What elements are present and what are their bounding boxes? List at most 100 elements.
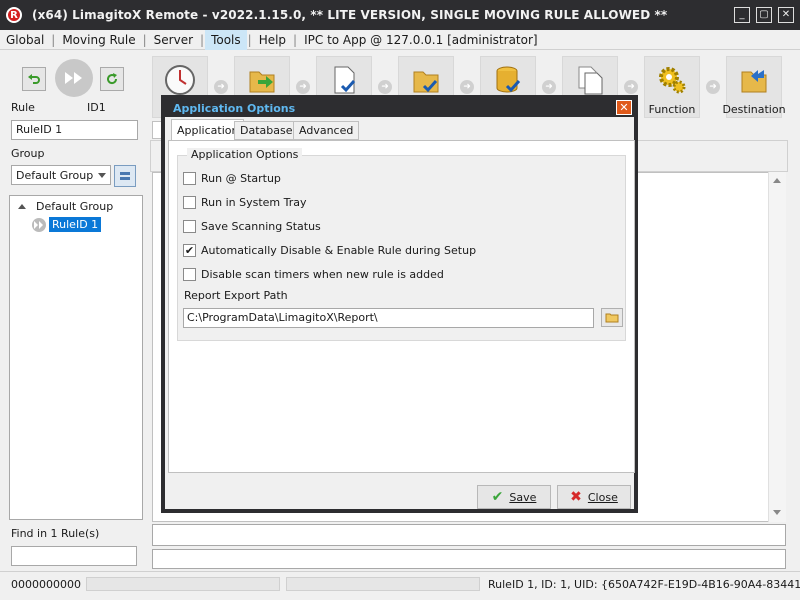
menu-ipc-connection[interactable]: IPC to App @ 127.0.0.1 [administrator] bbox=[298, 30, 544, 50]
window-controls: _ ▢ ✕ bbox=[734, 7, 794, 23]
rule-tree: Default Group RuleID 1 bbox=[9, 195, 143, 520]
undo-arrow-icon bbox=[28, 74, 40, 84]
flow-arrow-icon: ➜ bbox=[706, 80, 720, 94]
minimize-button[interactable]: _ bbox=[734, 7, 750, 23]
status-counter: 0000000000 bbox=[11, 578, 81, 591]
status-bar: 0000000000 RuleID 1, ID: 1, UID: {650A74… bbox=[0, 571, 800, 600]
flow-arrow-icon: ➜ bbox=[624, 80, 638, 94]
option-label: Run in System Tray bbox=[201, 196, 307, 209]
tab-page-application: Application Options Run @ Startup Run in… bbox=[168, 140, 635, 473]
title-bar: R (x64) LimagitoX Remote - v2022.1.15.0,… bbox=[0, 0, 800, 30]
option-disable-scan-timers[interactable]: Disable scan timers when new rule is add… bbox=[183, 268, 444, 281]
group-select[interactable]: Default Group bbox=[11, 165, 111, 185]
refresh-button[interactable] bbox=[100, 67, 124, 91]
window-title: (x64) LimagitoX Remote - v2022.1.15.0, *… bbox=[32, 8, 668, 22]
save-button-label: Save bbox=[509, 490, 537, 504]
flow-arrow-icon: ➜ bbox=[460, 80, 474, 94]
fast-forward-icon bbox=[65, 72, 82, 84]
gear-icon bbox=[659, 67, 686, 94]
status-rule-info: RuleID 1, ID: 1, UID: {650A742F-E19D-4B1… bbox=[488, 578, 800, 591]
close-x-icon: ✖ bbox=[570, 489, 582, 505]
clock-icon bbox=[165, 65, 195, 95]
list-icon bbox=[120, 172, 130, 180]
folder-icon bbox=[605, 313, 619, 323]
checkbox-run-startup[interactable] bbox=[183, 172, 196, 185]
dialog-title-bar: Application Options ✕ bbox=[165, 99, 634, 117]
option-label: Save Scanning Status bbox=[201, 220, 321, 233]
find-rule-input[interactable] bbox=[11, 546, 137, 566]
folder-export-icon bbox=[741, 70, 767, 93]
rule-node-icon bbox=[32, 217, 46, 232]
application-options-dialog: Application Options ✕ Application Databa… bbox=[161, 95, 638, 513]
checkbox-disable-scan-timers[interactable] bbox=[183, 268, 196, 281]
checkbox-auto-disable-enable[interactable]: ✔ bbox=[183, 244, 196, 257]
find-label: Find in 1 Rule(s) bbox=[11, 527, 100, 540]
group-select-value: Default Group bbox=[16, 168, 94, 182]
option-run-system-tray[interactable]: Run in System Tray bbox=[183, 196, 307, 209]
log-input-box[interactable] bbox=[152, 524, 786, 546]
vertical-scrollbar[interactable] bbox=[768, 172, 786, 522]
tree-group-node[interactable]: Default Group bbox=[18, 200, 113, 213]
chevron-down-icon bbox=[98, 173, 106, 178]
flow-arrow-icon: ➜ bbox=[542, 80, 556, 94]
checkbox-run-system-tray[interactable] bbox=[183, 196, 196, 209]
report-export-label: Report Export Path bbox=[184, 289, 288, 302]
status-progress bbox=[86, 577, 280, 591]
refresh-icon bbox=[107, 73, 118, 85]
rule-panel: Rule ID1 RuleID 1 Group Default Group De… bbox=[0, 51, 148, 571]
folder-check-icon bbox=[413, 71, 439, 93]
scroll-up-icon[interactable] bbox=[773, 178, 781, 183]
flow-arrow-icon: ➜ bbox=[296, 80, 310, 94]
tab-database[interactable]: Database bbox=[234, 121, 299, 140]
report-export-path-input[interactable]: C:\ProgramData\LimagitoX\Report\ bbox=[183, 308, 594, 328]
option-run-startup[interactable]: Run @ Startup bbox=[183, 172, 281, 185]
tree-rule-label: RuleID 1 bbox=[49, 217, 102, 232]
tree-group-label: Default Group bbox=[36, 200, 114, 213]
database-check-icon bbox=[496, 66, 521, 93]
close-button-label: Close bbox=[587, 490, 618, 504]
application-options-group: Application Options Run @ Startup Run in… bbox=[177, 148, 626, 341]
menu-moving-rule[interactable]: Moving Rule bbox=[56, 30, 141, 50]
log-output-box[interactable] bbox=[152, 549, 786, 569]
toolbar-destination-caption: Destination bbox=[722, 103, 786, 116]
collapse-icon[interactable] bbox=[18, 204, 26, 209]
flow-arrow-icon: ➜ bbox=[214, 80, 228, 94]
menu-server[interactable]: Server bbox=[148, 30, 199, 50]
group-label: Group bbox=[11, 147, 45, 160]
checkmark-icon: ✔ bbox=[184, 244, 195, 257]
save-button[interactable]: ✔ Save bbox=[477, 485, 551, 509]
status-progress-2 bbox=[286, 577, 480, 591]
maximize-button[interactable]: ▢ bbox=[756, 7, 772, 23]
menu-bar: Global | Moving Rule | Server | Tools | … bbox=[0, 29, 800, 50]
flow-arrow-icon: ➜ bbox=[378, 80, 392, 94]
folder-arrow-icon bbox=[249, 71, 275, 93]
group-manage-button[interactable] bbox=[114, 165, 136, 187]
checkbox-save-scanning-status[interactable] bbox=[183, 220, 196, 233]
undo-button[interactable] bbox=[22, 67, 46, 91]
run-rule-button[interactable] bbox=[55, 59, 93, 97]
toolbar-function-button[interactable]: Function bbox=[644, 56, 700, 118]
documents-icon bbox=[578, 66, 603, 95]
scroll-down-icon[interactable] bbox=[773, 510, 781, 515]
save-check-icon: ✔ bbox=[491, 489, 504, 505]
toolbar-function-caption: Function bbox=[648, 103, 696, 116]
toolbar-destination-button[interactable]: Destination bbox=[722, 56, 786, 118]
option-save-scanning-status[interactable]: Save Scanning Status bbox=[183, 220, 321, 233]
option-label: Disable scan timers when new rule is add… bbox=[201, 268, 444, 281]
rule-label: Rule bbox=[11, 101, 35, 114]
dialog-close-icon[interactable]: ✕ bbox=[616, 100, 632, 115]
menu-tools[interactable]: Tools bbox=[205, 29, 247, 50]
tree-rule-node[interactable]: RuleID 1 bbox=[32, 217, 102, 232]
menu-help[interactable]: Help bbox=[253, 30, 292, 50]
menu-global[interactable]: Global bbox=[0, 30, 50, 50]
option-auto-disable-enable[interactable]: ✔ Automatically Disable & Enable Rule du… bbox=[183, 244, 476, 257]
option-label: Run @ Startup bbox=[201, 172, 281, 185]
dialog-title: Application Options bbox=[173, 101, 296, 115]
group-title: Application Options bbox=[187, 148, 303, 161]
close-window-button[interactable]: ✕ bbox=[778, 7, 794, 23]
rule-id-label: ID1 bbox=[87, 101, 106, 114]
rule-name-input[interactable]: RuleID 1 bbox=[11, 120, 138, 140]
browse-folder-button[interactable] bbox=[601, 308, 623, 327]
close-button[interactable]: ✖ Close bbox=[557, 485, 631, 509]
tab-advanced[interactable]: Advanced bbox=[293, 121, 360, 140]
